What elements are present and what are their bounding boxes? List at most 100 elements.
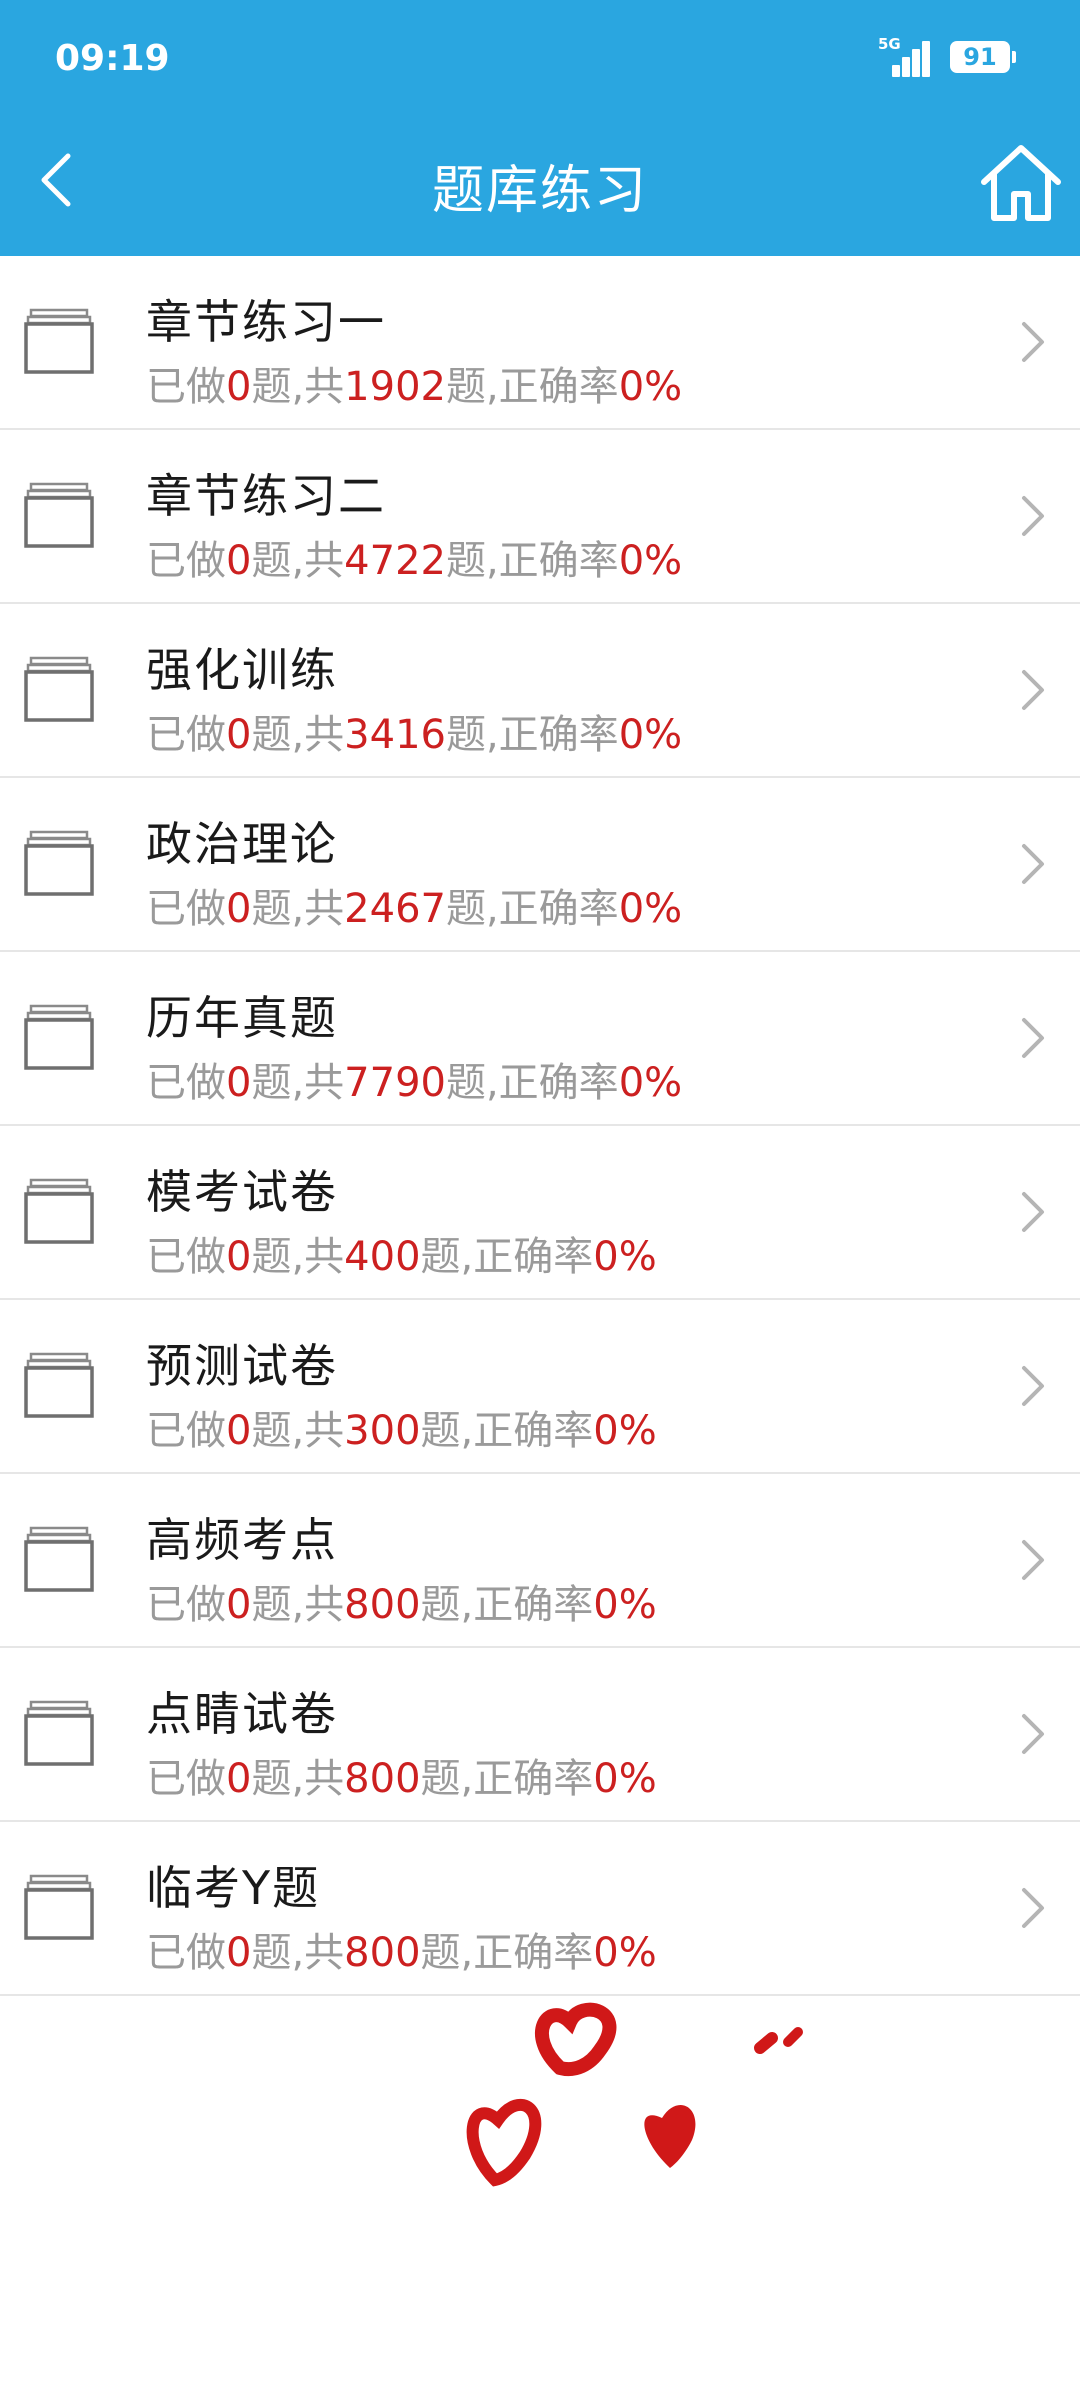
stats-label: 已做 <box>146 886 226 932</box>
list-item[interactable]: 章节练习二 已做0题,共4722题,正确率0% <box>0 430 1080 604</box>
stats-label: 题,正确率 <box>420 1756 594 1802</box>
item-title: 章节练习一 <box>146 295 386 349</box>
folder-icon <box>24 1352 94 1418</box>
item-title: 点睛试卷 <box>146 1687 338 1741</box>
stats-label: 题,共 <box>251 1756 345 1802</box>
list-item[interactable]: 临考Y题 已做0题,共800题,正确率0% <box>0 1822 1080 1996</box>
status-time: 09:19 <box>55 38 170 79</box>
list-item[interactable]: 强化训练 已做0题,共3416题,正确率0% <box>0 604 1080 778</box>
stats-label: 已做 <box>146 1582 226 1628</box>
page-title: 题库练习 <box>431 161 648 221</box>
total-count: 400 <box>344 1234 421 1280</box>
list-item[interactable]: 章节练习一 已做0题,共1902题,正确率0% <box>0 256 1080 430</box>
done-count: 0 <box>226 1060 252 1106</box>
total-count: 800 <box>344 1582 421 1628</box>
accuracy-rate: 0% <box>618 364 683 410</box>
chevron-right-icon <box>1022 670 1044 710</box>
done-count: 0 <box>226 538 252 584</box>
accuracy-rate: 0% <box>593 1756 657 1802</box>
done-count: 0 <box>226 364 252 410</box>
total-count: 800 <box>344 1756 421 1802</box>
chevron-right-icon <box>1022 496 1044 536</box>
accuracy-rate: 0% <box>593 1234 657 1280</box>
total-count: 800 <box>344 1930 421 1976</box>
item-stats: 已做0题,共3416题,正确率0% <box>146 702 682 760</box>
accuracy-rate: 0% <box>618 538 683 584</box>
done-count: 0 <box>226 1582 252 1628</box>
stats-label: 题,正确率 <box>420 1408 594 1454</box>
item-stats: 已做0题,共2467题,正确率0% <box>146 876 682 934</box>
stats-label: 已做 <box>146 1930 226 1976</box>
stats-label: 题,共 <box>251 364 345 410</box>
folder-icon <box>24 656 94 722</box>
done-count: 0 <box>226 886 252 932</box>
stats-label: 题,共 <box>251 886 345 932</box>
folder-icon <box>24 482 94 548</box>
signal-icon: 5G <box>878 35 934 77</box>
chevron-right-icon <box>1022 1366 1044 1406</box>
chevron-right-icon <box>1022 844 1044 884</box>
battery-icon: 91 <box>950 41 1016 73</box>
stats-label: 题,共 <box>251 1234 345 1280</box>
folder-icon <box>24 1004 94 1070</box>
done-count: 0 <box>226 1756 252 1802</box>
battery-level: 91 <box>963 43 997 71</box>
total-count: 4722 <box>344 538 446 584</box>
total-count: 7790 <box>344 1060 446 1106</box>
item-title: 章节练习二 <box>146 469 386 523</box>
stats-label: 题,共 <box>251 712 345 758</box>
item-stats: 已做0题,共300题,正确率0% <box>146 1398 657 1456</box>
list-item[interactable]: 点睛试卷 已做0题,共800题,正确率0% <box>0 1648 1080 1822</box>
chevron-right-icon <box>1022 1714 1044 1754</box>
stats-label: 题,共 <box>251 1060 345 1106</box>
home-button[interactable] <box>976 138 1066 228</box>
chevron-right-icon <box>1022 1540 1044 1580</box>
stats-label: 已做 <box>146 1234 226 1280</box>
total-count: 3416 <box>344 712 446 758</box>
item-title: 模考试卷 <box>146 1165 338 1219</box>
stats-label: 题,共 <box>251 1408 345 1454</box>
chevron-right-icon <box>1022 1888 1044 1928</box>
folder-icon <box>24 830 94 896</box>
stats-label: 题,正确率 <box>420 1234 594 1280</box>
stats-label: 题,正确率 <box>445 712 619 758</box>
total-count: 2467 <box>344 886 446 932</box>
folder-icon <box>24 1874 94 1940</box>
stats-label: 已做 <box>146 364 226 410</box>
list-item[interactable]: 模考试卷 已做0题,共400题,正确率0% <box>0 1126 1080 1300</box>
done-count: 0 <box>226 1234 252 1280</box>
done-count: 0 <box>226 712 252 758</box>
stats-label: 题,共 <box>251 538 345 584</box>
hearts-doodle <box>466 2002 803 2187</box>
list-item[interactable]: 政治理论 已做0题,共2467题,正确率0% <box>0 778 1080 952</box>
network-type: 5G <box>878 35 901 53</box>
folder-icon <box>24 1178 94 1244</box>
list-item[interactable]: 预测试卷 已做0题,共300题,正确率0% <box>0 1300 1080 1474</box>
accuracy-rate: 0% <box>618 886 683 932</box>
item-stats: 已做0题,共400题,正确率0% <box>146 1224 657 1282</box>
item-stats: 已做0题,共800题,正确率0% <box>146 1572 657 1630</box>
accuracy-rate: 0% <box>618 1060 683 1106</box>
item-stats: 已做0题,共800题,正确率0% <box>146 1746 657 1804</box>
chevron-right-icon <box>1022 1192 1044 1232</box>
stats-label: 题,共 <box>251 1930 345 1976</box>
stats-label: 题,正确率 <box>445 886 619 932</box>
stats-label: 已做 <box>146 1408 226 1454</box>
stats-label: 已做 <box>146 1756 226 1802</box>
stats-label: 题,正确率 <box>445 538 619 584</box>
item-stats: 已做0题,共800题,正确率0% <box>146 1920 657 1978</box>
accuracy-rate: 0% <box>593 1408 657 1454</box>
item-title: 高频考点 <box>146 1513 338 1567</box>
item-title: 强化训练 <box>146 643 338 697</box>
item-stats: 已做0题,共4722题,正确率0% <box>146 528 682 586</box>
accuracy-rate: 0% <box>593 1582 657 1628</box>
item-title: 历年真题 <box>146 991 338 1045</box>
item-stats: 已做0题,共1902题,正确率0% <box>146 354 682 412</box>
home-icon <box>981 145 1061 221</box>
list-item[interactable]: 高频考点 已做0题,共800题,正确率0% <box>0 1474 1080 1648</box>
total-count: 1902 <box>344 364 446 410</box>
item-stats: 已做0题,共7790题,正确率0% <box>146 1050 682 1108</box>
list-item[interactable]: 历年真题 已做0题,共7790题,正确率0% <box>0 952 1080 1126</box>
folder-icon <box>24 308 94 374</box>
status-icons: 5G 91 <box>878 34 1016 80</box>
